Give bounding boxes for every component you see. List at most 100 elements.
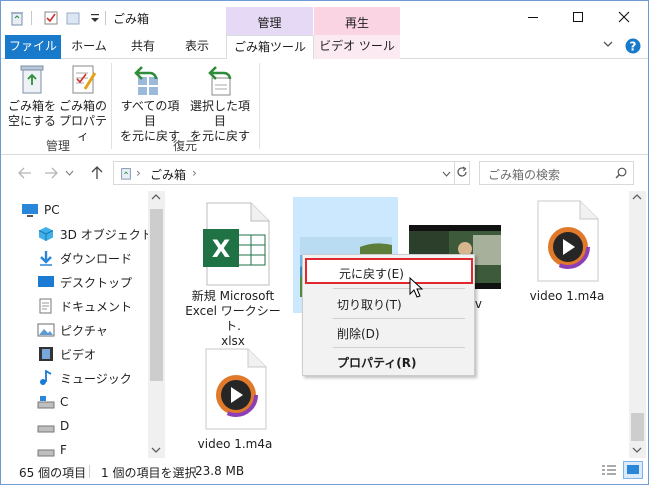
search-placeholder: ごみ箱の検索 [488, 168, 561, 182]
recycle-bin-icon[interactable] [9, 10, 25, 26]
details-view-button[interactable] [601, 463, 617, 480]
search-icon [615, 167, 627, 179]
menu-item-restore[interactable]: 元に戻す(E) [305, 258, 473, 284]
breadcrumb-separator-icon[interactable]: › [136, 166, 141, 180]
nav-item-drive-f[interactable]: F [37, 439, 67, 458]
music-note-icon [37, 369, 55, 386]
qa-separator [31, 11, 32, 25]
recent-locations-button[interactable] [63, 163, 75, 183]
system-drive-icon [37, 394, 55, 410]
menu-item-cut[interactable]: 切り取り(T) [303, 292, 474, 314]
nav-item-desktop[interactable]: デスクトップ [37, 271, 132, 293]
nav-item-label: ダウンロード [60, 251, 133, 266]
breadcrumb-chevron-icon[interactable]: › [192, 166, 197, 180]
close-icon [618, 11, 630, 23]
address-divider [454, 162, 455, 184]
minimize-button[interactable] [510, 1, 556, 33]
tab-home[interactable]: ホーム [63, 35, 115, 59]
address-dropdown-button[interactable] [442, 167, 451, 181]
nav-item-music[interactable]: ミュージック [37, 367, 132, 389]
arrow-up-icon [91, 166, 103, 179]
nav-item-pc[interactable]: PC [21, 199, 60, 221]
nav-item-label: ピクチャ [60, 323, 108, 338]
back-button[interactable] [15, 163, 35, 183]
svg-text:X: X [212, 235, 231, 263]
nav-item-videos[interactable]: ビデオ [37, 343, 96, 365]
recycle-bin-icon [121, 168, 131, 180]
help-icon: ? [625, 38, 641, 54]
properties-icon [65, 63, 101, 97]
ribbon-collapse-button[interactable] [599, 35, 617, 59]
computer-icon [21, 202, 39, 218]
file-name-line: Excel ワークシート. [185, 304, 281, 333]
file-item-m4a-1[interactable]: video 1.m4a [515, 199, 619, 309]
empty-recycle-bin-icon [14, 63, 50, 97]
nav-item-label: ビデオ [60, 347, 97, 362]
forward-button[interactable] [41, 163, 61, 183]
group-label-manage: 管理 [45, 139, 70, 153]
new-folder-icon[interactable] [65, 10, 81, 26]
tab-file[interactable]: ファイル [5, 35, 61, 59]
help-button[interactable]: ? [624, 38, 642, 56]
arrow-left-icon [18, 167, 31, 179]
nav-item-drive-d[interactable]: D [37, 415, 69, 437]
scrollbar-thumb[interactable] [150, 209, 163, 381]
content-scrollbar[interactable] [629, 191, 646, 458]
nav-item-pictures[interactable]: ピクチャ [37, 319, 108, 341]
scroll-up-arrow-icon[interactable] [151, 193, 161, 204]
nav-item-drive-c[interactable]: C [37, 391, 68, 413]
context-group-play: 再生 [314, 7, 400, 35]
nav-item-label: ドキュメント [60, 299, 133, 314]
menu-separator [333, 318, 465, 319]
drive-icon [37, 418, 55, 434]
large-icons-view-button[interactable] [623, 461, 643, 479]
properties-check-icon[interactable] [43, 10, 59, 26]
menu-separator [333, 347, 465, 348]
file-item-excel[interactable]: X 新規 Microsoft Excel ワークシート. xlsx [181, 199, 285, 349]
tab-video-tools[interactable]: ビデオ ツール [314, 35, 400, 59]
breadcrumb[interactable]: ごみ箱 [150, 166, 186, 183]
scroll-down-arrow-icon[interactable] [151, 446, 161, 457]
nav-item-downloads[interactable]: ダウンロード [37, 247, 132, 269]
recycle-bin-properties-button[interactable]: ごみ箱の プロパティ [57, 63, 109, 144]
up-button[interactable] [87, 163, 107, 183]
large-icons-view-icon [627, 465, 639, 474]
media-file-icon [532, 199, 602, 283]
maximize-button[interactable] [555, 1, 601, 33]
empty-recycle-bin-button[interactable]: ごみ箱を 空にする [7, 63, 57, 129]
chevron-down-icon [65, 170, 73, 176]
menu-item-delete[interactable]: 削除(D) [303, 321, 474, 343]
desktop-icon [37, 274, 55, 290]
address-bar[interactable]: › ごみ箱 › [113, 161, 470, 185]
refresh-button[interactable] [456, 166, 468, 181]
scrollbar-thumb[interactable] [631, 413, 644, 441]
scroll-up-arrow-icon[interactable] [632, 193, 642, 204]
scroll-down-arrow-icon[interactable] [632, 446, 642, 457]
minimize-icon [528, 17, 538, 18]
selection-size: 23.8 MB [195, 464, 245, 478]
nav-item-label: C [60, 395, 69, 409]
arrow-right-icon [45, 167, 58, 179]
nav-item-3d-objects[interactable]: 3D オブジェクト [37, 223, 153, 245]
tab-share[interactable]: 共有 [117, 35, 169, 59]
chevron-down-icon [442, 171, 451, 177]
search-input[interactable]: ごみ箱の検索 [479, 161, 634, 185]
menu-item-properties[interactable]: プロパティ(R) [303, 350, 474, 372]
document-icon [37, 298, 55, 314]
restore-selected-label-1: 選択した項目 [189, 99, 250, 128]
file-item-m4a-2[interactable]: video 1.m4a [183, 347, 287, 457]
file-name-line: 新規 Microsoft [191, 289, 275, 303]
selection-count: 1 個の項目を選択 [101, 466, 197, 480]
ribbon-panel: ごみ箱を 空にする ごみ箱の プロパティ 管理 すべての項目 を元に戻す 選択し… [1, 59, 648, 155]
nav-item-documents[interactable]: ドキュメント [37, 295, 132, 317]
customize-qa-dropdown-icon[interactable] [87, 10, 103, 26]
tab-recycle-bin-tools[interactable]: ごみ箱ツール [226, 35, 314, 60]
navpane-scrollbar[interactable] [148, 191, 165, 458]
status-divider [89, 465, 90, 478]
restore-selected-button[interactable]: 選択した項目 を元に戻す [185, 63, 255, 144]
restore-all-button[interactable]: すべての項目 を元に戻す [115, 63, 185, 144]
close-button[interactable] [601, 1, 647, 33]
chevron-down-icon [603, 41, 613, 47]
tab-view[interactable]: 表示 [171, 35, 223, 59]
nav-item-label: D [60, 419, 70, 433]
